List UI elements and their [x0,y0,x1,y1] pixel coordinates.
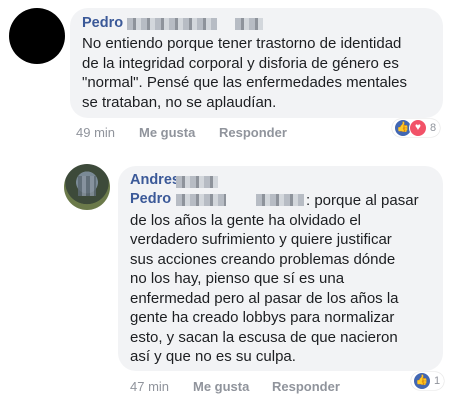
comment-text-line: de los años la gente ha olvidado el [130,211,362,229]
comment-text-line: : porque al pasar [306,192,419,209]
comment-bubble: Andres Pedro : porque al pasar de los añ… [118,166,443,371]
redacted-name [176,176,218,188]
comment-text-line: verdadero sufrimiento y quiere justifica… [130,231,392,248]
redacted-name [176,194,226,206]
mention-link[interactable]: Pedro [130,191,171,207]
comment-text-line: gente ha creado lobbys para normalizar [130,309,395,326]
reactions-summary[interactable]: 👍 1 [411,372,445,390]
reply-button[interactable]: Responder [219,125,287,140]
comment-text-line: se trataban, no se aplaudían. [82,93,277,111]
like-button[interactable]: Me gusta [193,379,249,394]
comment-author[interactable]: Pedro [82,15,123,31]
reactions-count: 1 [434,375,441,387]
redacted-name [127,18,217,30]
avatar[interactable] [64,164,110,210]
reactions-summary[interactable]: 👍 ♥ 8 [392,119,441,137]
comment-timestamp[interactable]: 47 min [130,379,169,394]
comment-text-line: esto, y sacan la escusa de que nacieron [130,328,398,346]
comment-text-line: No entiendo porque tener trastorno de id… [82,35,402,52]
avatar[interactable] [9,8,65,64]
reply-button[interactable]: Responder [272,379,340,394]
redacted-name [235,18,263,30]
comment-bubble: Pedro No entiendo porque tener trastorno… [70,8,443,118]
like-button[interactable]: Me gusta [139,125,195,140]
comment-text-line: sus acciones creando problemas dónde [130,250,396,268]
reactions-count: 8 [430,122,437,134]
like-icon: 👍 [413,372,431,390]
comment-text-line: de la integridad corporal y disforia de … [82,54,399,72]
redacted-name [256,194,304,206]
comment-text-line: enfermedad pero al pasar de los años la [130,289,399,307]
comment-timestamp[interactable]: 49 min [76,125,115,140]
comment-text-line: así y que no es su culpa. [130,348,296,365]
comment-text-line: "normal". Pensé que las enfermedades men… [82,74,407,91]
love-icon: ♥ [409,119,427,137]
comment-text-line: no los hay, pienso que sí es una [130,270,345,287]
comment-author[interactable]: Andres [130,172,180,188]
